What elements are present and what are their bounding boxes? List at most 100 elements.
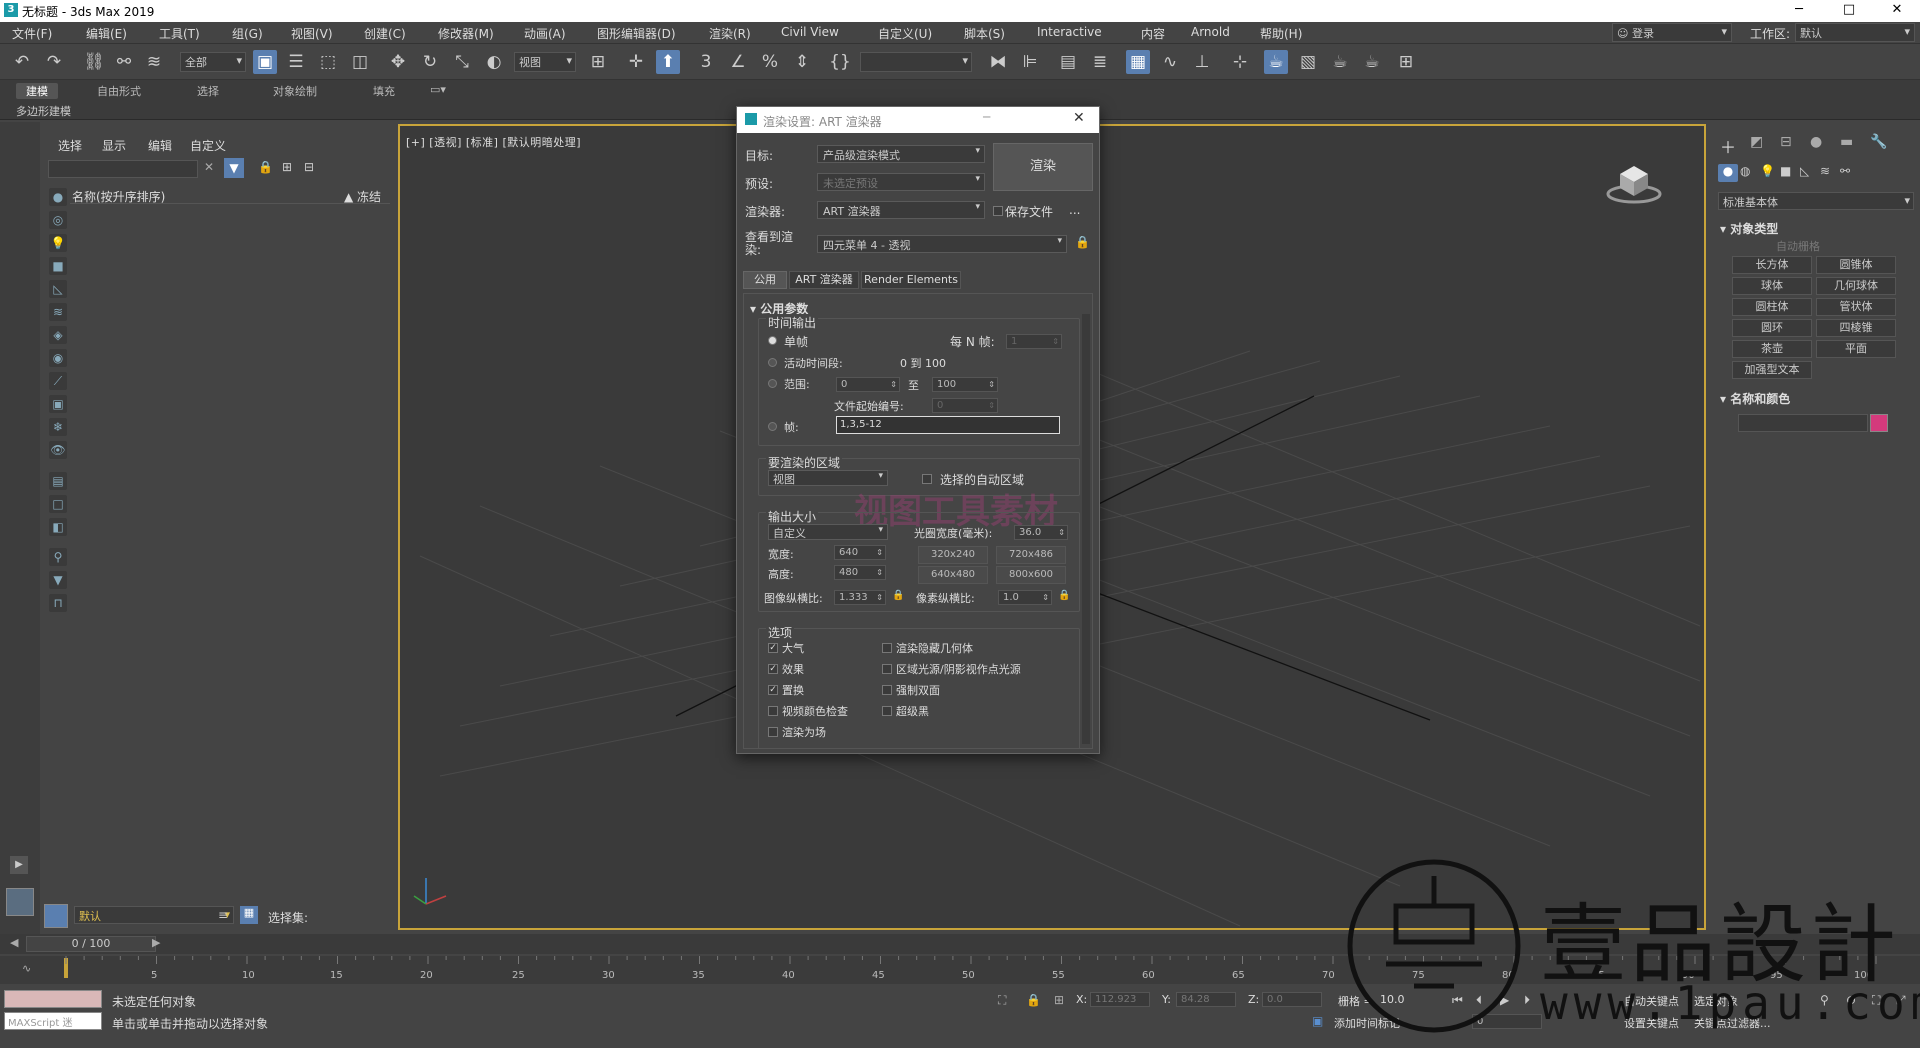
pivot-center-icon[interactable]: ⊞ [586, 50, 610, 74]
find-icon[interactable]: ⚲ [49, 548, 67, 566]
layer-dropdown[interactable]: 默认 ▾ [74, 906, 234, 924]
box-button[interactable]: 长方体 [1732, 256, 1812, 274]
helpers-icon[interactable]: ◺ [1800, 164, 1809, 178]
dialog-close-button[interactable]: ✕ [1073, 110, 1085, 126]
invert-display-icon[interactable]: ◧ [49, 518, 67, 536]
scene-explorer-icon[interactable]: ▤ [1056, 50, 1080, 74]
maxscript-input[interactable]: MAXScript 迷 [4, 1012, 102, 1030]
tab-art-renderer[interactable]: ART 渲染器 [789, 271, 859, 289]
helper-filter-icon[interactable]: ◺ [49, 280, 67, 298]
hidden-filter-icon[interactable]: 👁 [49, 441, 67, 459]
track-bar[interactable]: ∿ [0, 956, 1920, 984]
lock-aspect-icon[interactable]: 🔒 [892, 590, 904, 601]
menu-arnold[interactable]: Arnold [1191, 25, 1230, 39]
render-setup-icon[interactable]: ☕ [1264, 50, 1288, 74]
set-key-button[interactable]: 设置关键点 [1624, 1015, 1679, 1031]
maxscript-listener-top[interactable] [4, 990, 102, 1008]
geometry-filter-icon[interactable]: ● [49, 188, 67, 206]
auto-key-button[interactable]: 自动关键点 [1624, 993, 1679, 1009]
menu-help[interactable]: 帮助(H) [1260, 25, 1302, 42]
explorer-tab-customize[interactable]: 自定义 [190, 137, 226, 154]
layer-hierarchy-icon[interactable]: ⊟ [304, 160, 314, 174]
ribbon-tab-populate[interactable]: 填充 [373, 83, 395, 99]
range-from-spinner[interactable]: 0 ⇕ [836, 377, 900, 392]
curve-editor-icon[interactable]: ∿ [1158, 50, 1182, 74]
sphere-button[interactable]: 球体 [1732, 277, 1812, 295]
preset-320x240-button[interactable]: 320x240 [918, 546, 988, 564]
lock-pixel-aspect-icon[interactable]: 🔒 [1058, 590, 1070, 601]
selection-filter-dropdown[interactable]: 全部 ▾ [180, 52, 246, 72]
active-segment-radio[interactable] [768, 358, 777, 367]
current-frame-field[interactable]: 0 [1472, 1014, 1542, 1029]
ribbon-toggle-icon[interactable]: ▦ [1126, 50, 1150, 74]
cameras-icon[interactable]: ■ [1780, 164, 1791, 178]
sync-icon[interactable]: ⊓ [49, 594, 67, 612]
spinner-snap-icon[interactable]: ⇕ [790, 50, 814, 74]
primitive-type-dropdown[interactable]: 标准基本体 ▾ [1718, 192, 1914, 210]
schematic-view-icon[interactable]: ⊥ [1190, 50, 1214, 74]
rollout-object-type[interactable]: ▾ 对象类型 [1720, 220, 1778, 237]
target-dropdown[interactable]: 产品级渲染模式 ▾ [817, 145, 985, 163]
ribbon-options-icon[interactable]: ▭▾ [430, 83, 446, 96]
frozen-filter-icon[interactable]: ❄ [49, 418, 67, 436]
shapes-icon[interactable]: ◍ [1740, 164, 1750, 178]
menu-view[interactable]: 视图(V) [291, 25, 333, 42]
hierarchy-icon[interactable]: ⊞ [282, 160, 292, 174]
atmospherics-checkbox[interactable]: ✓ [768, 643, 778, 653]
selection-lock-icon[interactable]: 🔒 [1026, 993, 1041, 1007]
renderer-dropdown[interactable]: ART 渲染器 ▾ [817, 201, 985, 219]
torus-button[interactable]: 圆环 [1732, 319, 1812, 337]
displacement-checkbox[interactable]: ✓ [768, 685, 778, 695]
display-none-icon[interactable]: □ [49, 495, 67, 513]
polygon-modeling-label[interactable]: 多边形建模 [16, 103, 71, 119]
preset-720x486-button[interactable]: 720x486 [996, 546, 1066, 564]
viewcube[interactable] [1606, 156, 1662, 204]
lights-icon[interactable]: 💡 [1760, 164, 1775, 178]
layer-explorer-icon[interactable]: ≣ [1088, 50, 1112, 74]
unlink-icon[interactable]: ⚯ [112, 50, 136, 74]
menu-civil-view[interactable]: Civil View [781, 25, 839, 39]
container-filter-icon[interactable]: ▣ [49, 395, 67, 413]
percent-snap-icon[interactable]: % [758, 50, 782, 74]
link-icon[interactable]: ⛓ [82, 50, 106, 74]
undo-icon[interactable]: ↶ [10, 50, 34, 74]
menu-group[interactable]: 组(G) [232, 25, 263, 42]
view-to-render-dropdown[interactable]: 四元菜单 4 - 透视 ▾ [817, 235, 1067, 253]
align-icon[interactable]: ⊫ [1018, 50, 1042, 74]
xref-filter-icon[interactable]: ◉ [49, 349, 67, 367]
a360-render-icon[interactable]: ⊞ [1394, 50, 1418, 74]
scale-icon[interactable]: ⤡ [450, 50, 474, 74]
curve-editor-mini-icon[interactable]: ∿ [22, 962, 31, 975]
maximize-viewport-icon[interactable]: ⤢ [1896, 993, 1906, 1008]
height-spinner[interactable]: 480 ⇕ [834, 565, 886, 580]
placement-icon[interactable]: ◐ [482, 50, 506, 74]
range-to-spinner[interactable]: 100 ⇕ [932, 377, 998, 392]
render-hidden-checkbox[interactable] [882, 643, 892, 653]
ribbon-tab-freeform[interactable]: 自由形式 [97, 83, 141, 99]
render-to-fields-checkbox[interactable] [768, 727, 778, 737]
time-prev-icon[interactable]: ◀ [10, 936, 18, 949]
dialog-titlebar[interactable]: 渲染设置: ART 渲染器 ─ ✕ [737, 107, 1099, 133]
ribbon-tab-object-paint[interactable]: 对象绘制 [273, 83, 317, 99]
aperture-spinner[interactable]: 36.0 ⇕ [1014, 525, 1068, 540]
dialog-minimize-button[interactable]: ─ [983, 110, 990, 124]
move-icon[interactable]: ✥ [386, 50, 410, 74]
selection-set-icon[interactable]: ▦ [240, 906, 258, 924]
time-tag-icon[interactable]: ▣ [1312, 1014, 1323, 1028]
shape-filter-icon[interactable]: ◎ [49, 211, 67, 229]
lock-view-icon[interactable]: 🔒 [1075, 235, 1090, 249]
file-number-base-spinner[interactable]: 0 ⇕ [932, 398, 998, 413]
keyboard-shortcut-override-icon[interactable]: ⬆ [656, 50, 680, 74]
width-spinner[interactable]: 640 ⇕ [834, 545, 886, 560]
material-editor-icon[interactable]: ⊹ [1228, 50, 1252, 74]
add-time-tag[interactable]: 添加时间标记 [1334, 1015, 1400, 1031]
plane-button[interactable]: 平面 [1816, 340, 1896, 358]
ribbon-tab-selection[interactable]: 选择 [197, 83, 219, 99]
scene-icon[interactable] [44, 904, 68, 928]
display-tab-icon[interactable]: ▬ [1840, 134, 1853, 150]
tube-button[interactable]: 管状体 [1816, 298, 1896, 316]
lock-icon[interactable]: 🔒 [258, 160, 273, 174]
color-swatch[interactable] [1870, 414, 1888, 432]
angle-snap-icon[interactable]: ∠ [726, 50, 750, 74]
range-radio[interactable] [768, 379, 777, 388]
